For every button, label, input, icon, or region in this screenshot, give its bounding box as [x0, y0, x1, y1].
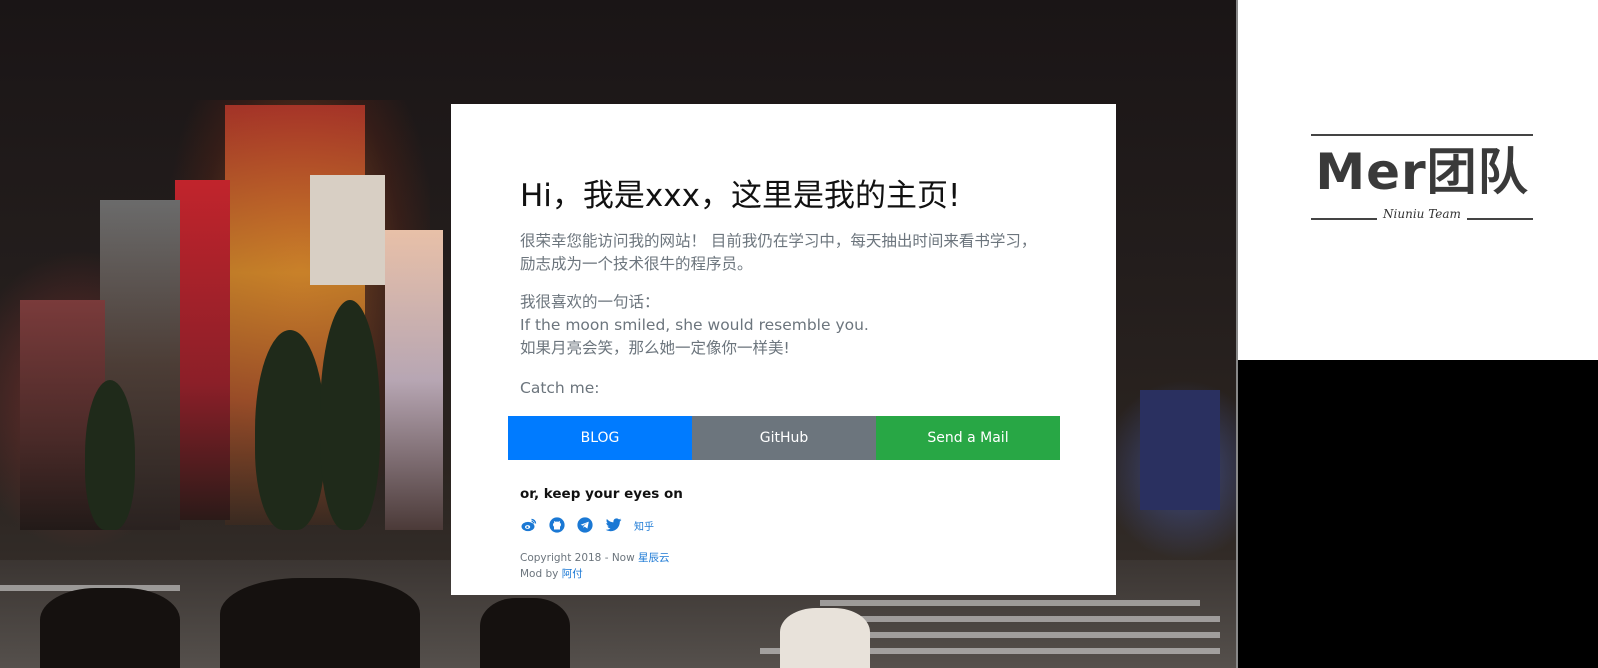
- twitter-icon[interactable]: [604, 516, 622, 534]
- send-mail-button[interactable]: Send a Mail: [876, 416, 1060, 460]
- intro-text: 很荣幸您能访问我的网站！ 目前我仍在学习中，每天抽出时间来看书学习，励志成为一个…: [520, 232, 1037, 273]
- quote-english: If the moon smiled, she would resemble y…: [520, 316, 869, 334]
- quote-heading: 我很喜欢的一句话：: [520, 293, 660, 311]
- mod-line: Mod by 阿付: [520, 566, 670, 582]
- footer: Copyright 2018 - Now 星辰云 Mod by 阿付: [520, 550, 670, 582]
- social-links: 知乎: [520, 516, 654, 534]
- quote-chinese: 如果月亮会笑，那么她一定像你一样美!: [520, 339, 790, 357]
- empty-panel: [1238, 360, 1598, 668]
- weibo-icon[interactable]: [520, 516, 538, 534]
- copyright-line: Copyright 2018 - Now 星辰云: [520, 550, 670, 566]
- github-icon[interactable]: [548, 516, 566, 534]
- page-title: Hi，我是xxx，这里是我的主页!: [520, 178, 961, 214]
- social-heading: or, keep your eyes on: [520, 486, 683, 502]
- zhihu-link[interactable]: 知乎: [634, 518, 654, 533]
- quote-block: 我很喜欢的一句话： If the moon smiled, she would …: [520, 291, 1040, 360]
- intro-card: Hi，我是xxx，这里是我的主页! 很荣幸您能访问我的网站！ 目前我仍在学习中，…: [451, 104, 1116, 595]
- blog-button[interactable]: BLOG: [508, 416, 692, 460]
- github-button[interactable]: GitHub: [692, 416, 876, 460]
- logo-panel: Mer团队 Niuniu Team: [1238, 0, 1598, 360]
- team-logo: Mer团队 Niuniu Team: [1311, 132, 1533, 224]
- telegram-icon[interactable]: [576, 516, 594, 534]
- mod-text: Mod by: [520, 568, 559, 580]
- copyright-link[interactable]: 星辰云: [638, 552, 670, 564]
- mod-author-link[interactable]: 阿付: [562, 568, 583, 580]
- contact-button-group: BLOG GitHub Send a Mail: [508, 416, 1060, 460]
- catch-me-label: Catch me:: [520, 379, 600, 397]
- logo-wordmark: Mer团队: [1315, 143, 1529, 201]
- copyright-text: Copyright 2018 - Now: [520, 552, 635, 564]
